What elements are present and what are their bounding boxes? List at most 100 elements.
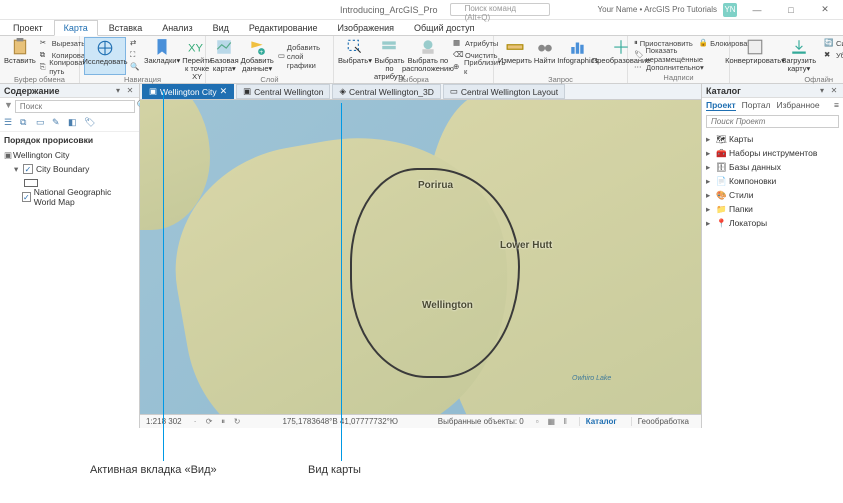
view-tab-wellington-city[interactable]: ▣Wellington City✕ xyxy=(142,84,234,99)
catalog-tab-project[interactable]: Проект xyxy=(706,100,736,111)
zoom-prev[interactable]: 🔍 xyxy=(128,61,142,73)
catalog-item-locators[interactable]: ▸📍Локаторы xyxy=(706,216,839,230)
layer-city-boundary[interactable]: ▾✓City Boundary xyxy=(4,162,135,176)
catalog-options[interactable]: ▾ xyxy=(817,86,827,96)
source-icon[interactable]: ⧉ xyxy=(20,117,32,129)
select-by-attr-button[interactable]: Выбрать по атрибуту xyxy=(374,37,405,75)
map-view[interactable]: Wellington Porirua Lower Hutt Owhiro Lak… xyxy=(140,100,701,414)
view-tab-central-wellington[interactable]: ▣Central Wellington xyxy=(236,84,330,99)
command-search[interactable]: Поиск команд (Alt+Q) xyxy=(450,3,550,16)
draw-order-title: Порядок прорисовки xyxy=(0,132,139,148)
label-lower-hutt: Lower Hutt xyxy=(500,240,552,251)
contents-options[interactable]: ▾ xyxy=(113,86,123,96)
ribbon-tab-insert[interactable]: Вставка xyxy=(100,21,151,35)
sql-icon xyxy=(380,38,398,56)
basemap-icon xyxy=(215,38,233,56)
app-title: Introducing_ArcGIS_Pro xyxy=(340,5,438,15)
locator-icon: 📍 xyxy=(716,218,726,228)
rotation-icon[interactable]: ⟳ xyxy=(204,416,215,427)
catalog-item-folders[interactable]: ▸📁Папки xyxy=(706,202,839,216)
ribbon-tab-edit[interactable]: Редактирование xyxy=(240,21,327,35)
view-tab-layout[interactable]: ▭Central Wellington Layout xyxy=(443,84,565,99)
explore-button[interactable]: Исследовать xyxy=(84,37,126,75)
ribbon-tab-view[interactable]: Вид xyxy=(204,21,238,35)
group-label-selection: Выборка xyxy=(338,75,489,84)
ribbon-tab-map[interactable]: Карта xyxy=(54,20,98,36)
sync-icon: 🔄 xyxy=(824,38,834,48)
group-label-navigate: Навигация xyxy=(84,75,201,84)
ribbon-tab-share[interactable]: Общий доступ xyxy=(405,21,483,35)
contents-search[interactable] xyxy=(15,100,135,113)
selection-view-icon[interactable]: ▭ xyxy=(36,117,48,129)
ribbon-tab-analysis[interactable]: Анализ xyxy=(153,21,201,35)
nav-arrows[interactable]: ⇄ xyxy=(128,37,142,49)
styles-icon: 🎨 xyxy=(716,190,726,200)
constraint-icon[interactable]: ‖ xyxy=(560,416,571,427)
catalog-search[interactable] xyxy=(706,115,839,128)
contents-close[interactable]: ✕ xyxy=(125,86,135,96)
remove-button[interactable]: ✖Убрать xyxy=(822,49,843,61)
more-labels-button[interactable]: ⋯Дополнительно▾ xyxy=(632,61,725,73)
catalog-item-styles[interactable]: ▸🎨Стили xyxy=(706,188,839,202)
layer-basemap[interactable]: ✓National Geographic World Map xyxy=(4,190,135,204)
edit-view-icon[interactable]: ✎ xyxy=(52,117,64,129)
checkbox-icon[interactable]: ✓ xyxy=(23,164,33,174)
selected-count: Выбранные объекты: 0 xyxy=(438,417,524,426)
link-icon: ⎘ xyxy=(40,62,47,72)
basemap-button[interactable]: Базовая карта▾ xyxy=(210,37,239,75)
map-status-bar: 1:218 302 · ⟳ ⏸ ↻ 175,1783648°В 41,07777… xyxy=(140,414,701,428)
draw-order-icon[interactable]: ☰ xyxy=(4,117,16,129)
minimize-button[interactable]: — xyxy=(743,1,771,19)
map-node[interactable]: ▣Wellington City xyxy=(4,148,135,162)
refresh-icon[interactable]: ↻ xyxy=(232,416,243,427)
catalog-item-layouts[interactable]: ▸📄Компоновки xyxy=(706,174,839,188)
measure-button[interactable]: Измерить xyxy=(498,37,532,75)
catalog-title: Каталог xyxy=(706,86,741,96)
select-button[interactable]: Выбрать▾ xyxy=(338,37,372,75)
scale-lock-icon[interactable]: · xyxy=(190,416,201,427)
snap-icon[interactable]: ▫ xyxy=(532,416,543,427)
catalog-menu-icon[interactable]: ≡ xyxy=(834,100,839,111)
svg-text:+: + xyxy=(260,49,264,56)
user-label[interactable]: Your Name • ArcGIS Pro Tutorials xyxy=(598,5,717,14)
catalog-close[interactable]: ✕ xyxy=(829,86,839,96)
catalog-item-maps[interactable]: ▸🗺Карты xyxy=(706,132,839,146)
add-graphics-button[interactable]: ▭Добавить слой графики xyxy=(276,50,329,62)
layer-tree: ▣Wellington City ▾✓City Boundary ✓Nation… xyxy=(0,148,139,204)
ribbon-tab-imagery[interactable]: Изображения xyxy=(328,21,403,35)
download-map-button[interactable]: Загрузить карту▾ xyxy=(778,37,820,75)
clear-icon: ⌫ xyxy=(453,50,463,60)
add-data-button[interactable]: + Добавить данные▾ xyxy=(241,37,274,75)
sync-button[interactable]: 🔄Синхронизировать xyxy=(822,37,843,49)
unplaced-button[interactable]: 🏷Показать неразмещённые xyxy=(632,49,725,61)
scissors-icon: ✂ xyxy=(40,38,50,48)
snap-view-icon[interactable]: ◧ xyxy=(68,117,80,129)
catalog-tab-fav[interactable]: Избранное xyxy=(777,100,820,111)
pause-icon: ⏸ xyxy=(634,38,638,48)
close-tab-icon[interactable]: ✕ xyxy=(220,86,228,97)
zoom-full[interactable]: ⛶ xyxy=(128,49,142,61)
pause-drawing-icon[interactable]: ⏸ xyxy=(218,416,229,427)
bookmarks-button[interactable]: Закладки▾ xyxy=(144,37,180,75)
view-tab-central-wellington-3d[interactable]: ◈Central Wellington_3D xyxy=(332,84,440,99)
bottom-tab-geoprocessing[interactable]: Геообработка xyxy=(631,417,695,426)
bottom-tab-catalog[interactable]: Каталог xyxy=(579,417,623,426)
catalog-tab-portal[interactable]: Портал xyxy=(742,100,771,111)
filter-icon[interactable]: ▼ xyxy=(4,100,13,113)
select-by-loc-button[interactable]: Выбрать по расположению xyxy=(407,37,449,75)
ribbon-tab-strip: Проект Карта Вставка Анализ Вид Редактир… xyxy=(0,20,843,36)
paste-button[interactable]: Вставить xyxy=(4,37,36,75)
user-badge[interactable]: YN xyxy=(723,3,737,17)
close-button[interactable]: ✕ xyxy=(811,1,839,19)
find-button[interactable]: Найти xyxy=(534,37,555,75)
catalog-item-databases[interactable]: ▸🗄Базы данных xyxy=(706,160,839,174)
catalog-item-toolboxes[interactable]: ▸🧰Наборы инструментов xyxy=(706,146,839,160)
ribbon-tab-project[interactable]: Проект xyxy=(4,21,52,35)
map-icon: ▣ xyxy=(243,86,251,97)
convert-button[interactable]: Конвертировать▾ xyxy=(734,37,776,75)
scene-icon: ◈ xyxy=(339,86,346,97)
maximize-button[interactable]: □ xyxy=(777,1,805,19)
grid-icon[interactable]: ▦ xyxy=(546,416,557,427)
label-view-icon[interactable]: 🏷 xyxy=(84,117,96,129)
checkbox-icon[interactable]: ✓ xyxy=(22,192,31,202)
